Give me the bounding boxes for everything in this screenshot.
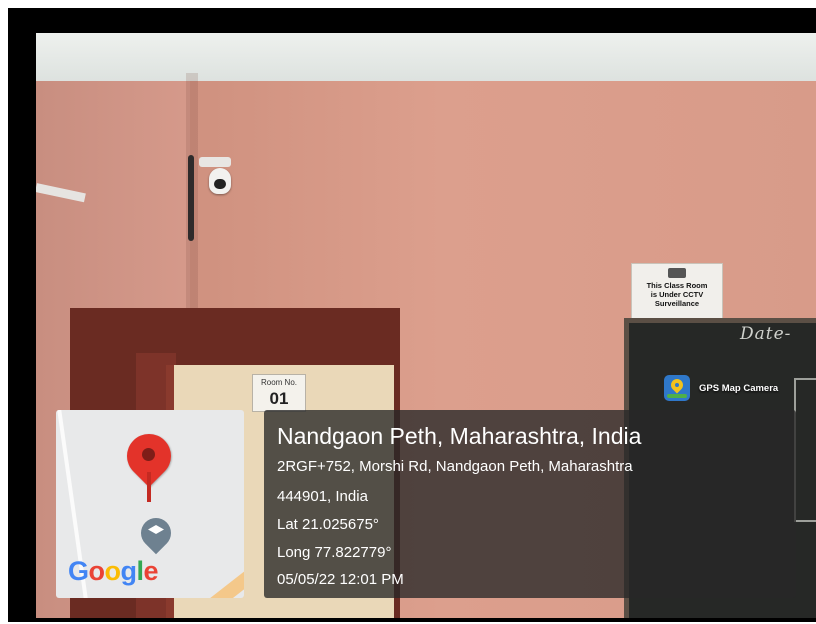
google-logo-letter: o <box>104 556 122 586</box>
camera-mount <box>199 157 231 167</box>
blackboard-date-text: Date- <box>740 324 792 344</box>
cctv-camera-lens <box>214 179 226 189</box>
address-line-1: 2RGF+752, Morshi Rd, Nandgaon Peth, Maha… <box>277 458 633 475</box>
google-logo: Google <box>68 556 159 587</box>
location-pin-hole <box>142 448 155 461</box>
longitude: Long 77.822779° <box>277 544 392 561</box>
room-number-plate: Room No. 01 <box>252 374 306 412</box>
date-time: 05/05/22 12:01 PM <box>277 571 404 588</box>
latitude: Lat 21.025675° <box>277 516 379 533</box>
camera-sign-icon <box>668 268 686 278</box>
location-pin-stem <box>147 472 151 502</box>
location-info-panel: Nandgaon Peth, Maharashtra, India 2RGF+7… <box>264 410 796 598</box>
google-logo-letter: e <box>143 556 159 586</box>
room-plate-number: 01 <box>269 389 289 408</box>
photo-frame: Room No. 01 This Class Room is Under CCT… <box>8 8 816 622</box>
address-line-2: 444901, India <box>277 488 368 505</box>
classroom-photo: Room No. 01 This Class Room is Under CCT… <box>36 33 816 618</box>
blackboard-chalk-box <box>794 378 816 522</box>
camera-cable <box>188 155 194 241</box>
location-map-thumbnail: A Google <box>56 410 244 598</box>
gps-map-camera-label: GPS Map Camera <box>699 383 779 394</box>
google-logo-letter: g <box>120 556 138 586</box>
gps-map-camera-icon <box>664 375 690 401</box>
google-logo-letter: G <box>68 556 89 586</box>
google-logo-letter: o <box>88 556 106 586</box>
room-plate-label: Room No. <box>260 378 297 387</box>
google-logo-letter: l <box>136 556 145 586</box>
cctv-sign: This Class Room is Under CCTV Surveillan… <box>631 263 723 319</box>
ceiling <box>36 33 816 81</box>
cctv-sign-text: This Class Room is Under CCTV Surveillan… <box>646 281 708 308</box>
location-title: Nandgaon Peth, Maharashtra, India <box>277 423 642 449</box>
map-highway: A <box>192 562 244 598</box>
